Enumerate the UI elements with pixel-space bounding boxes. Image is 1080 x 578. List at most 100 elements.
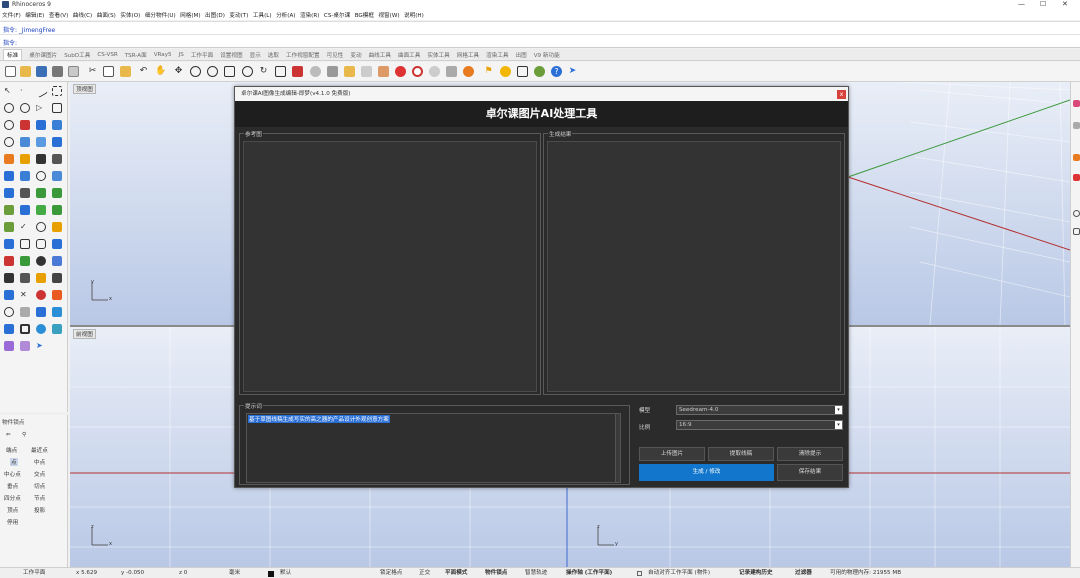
line-icon[interactable]	[34, 84, 48, 98]
osnap-perp[interactable]: 垂点	[7, 482, 18, 490]
arc-icon[interactable]	[4, 120, 14, 130]
menu-mesh[interactable]: 网格(M)	[180, 11, 200, 19]
menu-help[interactable]: 说明(H)	[404, 11, 424, 19]
side-panel-icon-5[interactable]	[1073, 210, 1080, 217]
osnap-project[interactable]: 投影	[34, 506, 45, 514]
rebuild-icon[interactable]	[52, 171, 62, 181]
generate-button[interactable]: 生成 / 修改	[639, 464, 774, 481]
rotate-view-icon[interactable]: ↻	[258, 66, 269, 77]
analyze-icon[interactable]	[4, 222, 14, 232]
flow-icon[interactable]	[20, 256, 30, 266]
lock-icon[interactable]	[361, 66, 372, 77]
move-icon[interactable]: ✥	[173, 66, 184, 77]
menu-cs-plugin[interactable]: CS-桌尔课	[324, 11, 350, 19]
sphere-icon[interactable]	[429, 66, 440, 77]
bend-icon[interactable]	[36, 256, 46, 266]
target-icon[interactable]	[36, 290, 46, 300]
osnap-back-icon[interactable]: ⇐	[6, 432, 11, 438]
help-icon[interactable]: ?	[551, 66, 562, 77]
drape-icon[interactable]	[4, 290, 14, 300]
curvature-icon[interactable]	[52, 222, 62, 232]
layer-icon[interactable]	[378, 66, 389, 77]
zoom-selected-icon[interactable]	[242, 66, 253, 77]
sun-icon[interactable]	[500, 66, 511, 77]
tab-mesh-tools[interactable]: 网格工具	[457, 51, 479, 59]
tab-display[interactable]: 显示	[250, 51, 261, 59]
osnap-tan[interactable]: 切点	[34, 482, 45, 490]
color-wheel-icon[interactable]	[412, 66, 423, 77]
osnap-near[interactable]: 最近点	[31, 446, 48, 454]
status-layer[interactable]: 默认	[280, 568, 291, 578]
surface-icon[interactable]	[52, 120, 62, 130]
dimension-icon[interactable]	[20, 188, 30, 198]
dialog-close-button[interactable]: x	[837, 90, 846, 99]
tab-solid-tools[interactable]: 实体工具	[427, 51, 449, 59]
tab-curve-tools[interactable]: 曲线工具	[369, 51, 391, 59]
side-panel-icon-2[interactable]	[1073, 122, 1080, 129]
model-select[interactable]: Seedream-4.0 ▾	[676, 405, 843, 415]
copy-icon[interactable]	[103, 66, 114, 77]
toggle-ortho[interactable]: 正交	[419, 568, 430, 578]
move-tool-icon[interactable]	[36, 205, 46, 215]
copy-tool-icon[interactable]	[52, 205, 62, 215]
toggle-grid-snap[interactable]: 锁定格点	[380, 568, 402, 578]
print-icon[interactable]	[52, 66, 63, 77]
loft-icon[interactable]	[52, 137, 62, 147]
rotate-icon[interactable]	[20, 205, 30, 215]
zoom-window-icon[interactable]	[207, 66, 218, 77]
menu-curve[interactable]: 曲线(C)	[73, 11, 92, 19]
four-views-icon[interactable]	[275, 66, 286, 77]
ratio-select[interactable]: 16:9 ▾	[676, 420, 843, 430]
car-icon[interactable]	[292, 66, 303, 77]
check-icon[interactable]: ✓	[20, 222, 30, 232]
boolean-icon[interactable]	[36, 154, 46, 164]
tab-tsr[interactable]: TSR-A面	[125, 51, 147, 59]
project-icon[interactable]	[20, 273, 30, 283]
array-icon[interactable]	[36, 188, 46, 198]
tab-vray5[interactable]: VRay5	[154, 52, 172, 58]
prompt-textarea[interactable]: 基于草图线稿生成写实的高之器的产品设计外观创意方案	[246, 413, 621, 483]
paste-icon[interactable]	[120, 66, 131, 77]
tab-render-tools[interactable]: 渲染工具	[486, 51, 508, 59]
wedge-icon[interactable]	[20, 341, 30, 351]
tab-js[interactable]: JS	[179, 52, 184, 58]
tab-zhuoerke-image[interactable]: 桌尔课图片	[29, 51, 57, 59]
osnap-disable[interactable]: 停用	[7, 518, 18, 526]
tab-standard[interactable]: 标准	[3, 49, 23, 60]
osnap-end[interactable]: 端点	[6, 446, 17, 454]
menu-edit[interactable]: 编辑(E)	[25, 11, 44, 19]
tab-surface-tools[interactable]: 曲面工具	[398, 51, 420, 59]
tab-v9-new[interactable]: V9 新功能	[534, 51, 560, 59]
curve-icon[interactable]	[52, 86, 62, 96]
osnap-quad[interactable]: 四分点	[4, 494, 21, 502]
upload-image-button[interactable]: 上传图片	[639, 447, 705, 461]
save-icon[interactable]	[36, 66, 47, 77]
cage-edit-icon[interactable]	[4, 256, 14, 266]
menu-view[interactable]: 查看(V)	[49, 11, 68, 19]
side-panel-icon-4[interactable]	[1073, 174, 1080, 181]
tab-set-view[interactable]: 设置视图	[220, 51, 242, 59]
tab-transform[interactable]: 变动	[350, 51, 361, 59]
front-viewport-label[interactable]: 前视图	[73, 329, 96, 339]
text-icon[interactable]	[4, 188, 14, 198]
frame-icon[interactable]	[20, 324, 30, 334]
toggle-osnap[interactable]: 物件锁点	[485, 568, 507, 578]
select-arrow-icon[interactable]: ↖	[4, 86, 14, 96]
polyline-icon[interactable]: ▷	[36, 103, 46, 113]
extrude-icon[interactable]	[20, 137, 30, 147]
material-icon[interactable]	[395, 66, 406, 77]
plane-icon[interactable]	[52, 307, 62, 317]
pointer-icon[interactable]: ➤	[567, 66, 578, 77]
pan-hand-icon[interactable]: ✋	[155, 66, 166, 77]
network-icon[interactable]	[36, 307, 46, 317]
light-icon[interactable]	[344, 66, 355, 77]
render-preview-icon[interactable]	[446, 66, 457, 77]
new-file-icon[interactable]	[5, 66, 16, 77]
explode-icon[interactable]	[20, 171, 30, 181]
menu-tools[interactable]: 工具(L)	[253, 11, 272, 19]
sweep-icon[interactable]	[36, 137, 46, 147]
menu-window[interactable]: 视窗(W)	[378, 11, 399, 19]
toggle-smarttrack[interactable]: 智慧轨迹	[525, 568, 547, 578]
plugin-icon[interactable]	[534, 66, 545, 77]
reference-image-area[interactable]	[243, 141, 537, 392]
